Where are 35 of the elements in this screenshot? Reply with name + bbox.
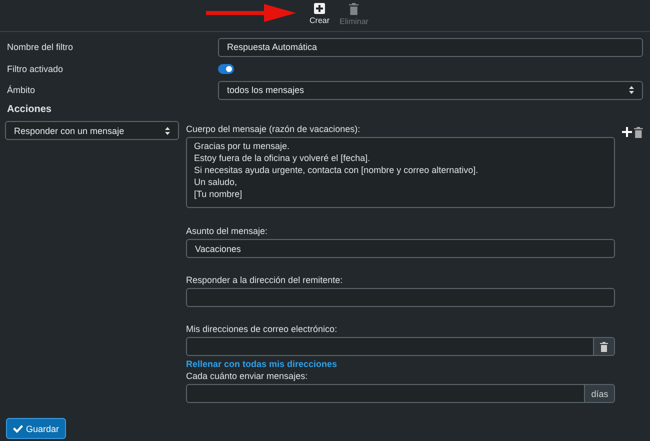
frequency-field[interactable] xyxy=(186,384,586,403)
filter-name-field[interactable]: Respuesta Automática xyxy=(218,38,643,56)
delete-address-button[interactable] xyxy=(594,337,616,356)
plus-icon xyxy=(622,127,632,137)
sort-caret-icon xyxy=(629,86,634,94)
scope-select[interactable]: todos los mensajes xyxy=(218,80,643,100)
trash-icon xyxy=(349,3,359,15)
action-select[interactable]: Responder con un mensaje xyxy=(5,121,179,140)
create-button[interactable]: Crear xyxy=(308,3,332,31)
field-label: Responder a la dirección del remitente: xyxy=(186,275,344,286)
fill-addresses-link[interactable]: Rellenar con todas mis direcciones xyxy=(186,359,616,370)
section-heading: Acciones xyxy=(7,104,52,114)
add-action-button[interactable] xyxy=(622,127,632,139)
unit-label: días xyxy=(585,384,616,403)
field-label: Mis direcciones de correo electrónico: xyxy=(186,324,338,335)
toggle-switch[interactable] xyxy=(218,64,234,74)
select-value: todos los mensajes xyxy=(227,85,304,95)
check-icon xyxy=(13,424,23,432)
message-textarea[interactable]: Gracias por tu mensaje. Estoy fuera de la oficina y volveré el [fecha]. Si necesitas ayuda urgente, contacta con [nombre y correo alternativo]. Un saludo, [Tu nombre] xyxy=(186,137,616,208)
field-label: Nombre del filtro xyxy=(7,42,74,52)
field-label: Ámbito xyxy=(7,85,36,95)
trash-icon xyxy=(600,342,608,352)
address-field[interactable] xyxy=(186,337,594,356)
subject-field[interactable]: Vacaciones xyxy=(186,239,616,258)
field-label: Cada cuánto enviar mensajes: xyxy=(186,371,309,382)
select-value: Responder con un mensaje xyxy=(14,126,124,136)
trash-icon xyxy=(634,127,643,138)
field-label: Cuerpo del mensaje (razón de vacaciones): xyxy=(186,124,362,135)
save-button[interactable]: Guardar xyxy=(6,418,66,439)
plus-icon xyxy=(314,3,326,14)
sort-caret-icon xyxy=(165,126,170,134)
reply-address-field[interactable] xyxy=(186,288,616,307)
delete-action-button[interactable] xyxy=(634,127,643,139)
field-label: Asunto del mensaje: xyxy=(186,226,269,237)
field-label: Filtro activado xyxy=(7,64,64,74)
